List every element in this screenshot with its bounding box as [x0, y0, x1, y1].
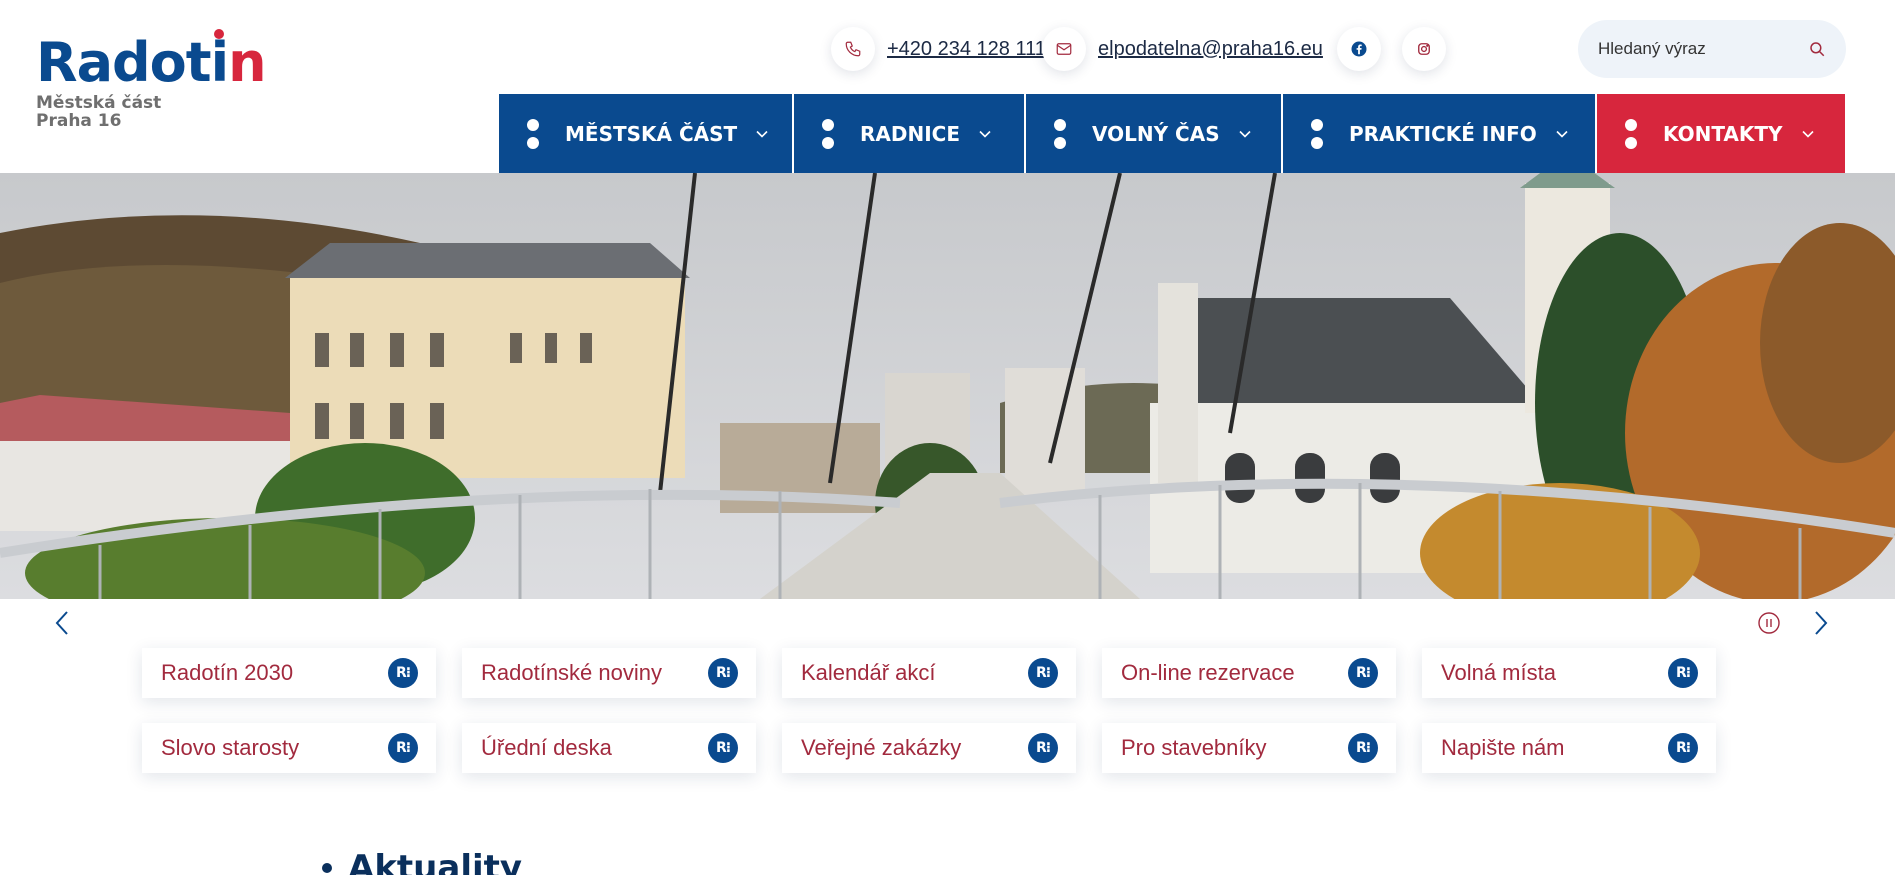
- quick-link-verejne-zakazky[interactable]: Veřejné zakázky R⁝: [782, 723, 1076, 773]
- pause-icon[interactable]: [1754, 608, 1784, 638]
- radotin-badge-icon: R⁝: [708, 658, 738, 688]
- chevron-down-icon: [979, 130, 991, 138]
- logo-subtitle-line2: Praha 16: [36, 111, 122, 131]
- radotin-badge-icon: R⁝: [1028, 733, 1058, 763]
- chevron-down-icon: [1556, 130, 1568, 138]
- radotin-badge-icon: R⁝: [388, 733, 418, 763]
- nav-item-radnice[interactable]: RADNICE: [794, 94, 1024, 173]
- radotin-badge-icon: R⁝: [708, 733, 738, 763]
- chevron-right-icon[interactable]: [1806, 608, 1836, 638]
- nav-item-kontakty[interactable]: KONTAKTY: [1597, 94, 1845, 173]
- logo-wordmark: Radotin: [36, 31, 267, 94]
- quick-link-label: Slovo starosty: [161, 735, 300, 760]
- phone-link[interactable]: +420 234 128 111: [887, 38, 1046, 61]
- chevron-down-icon: [756, 130, 768, 138]
- quick-link-pro-stavebniky[interactable]: Pro stavebníky R⁝: [1102, 723, 1396, 773]
- heading-dot-icon: [322, 863, 332, 873]
- quick-link-label: On-line rezervace: [1121, 660, 1295, 685]
- hero-image: [0, 173, 1895, 599]
- instagram-icon[interactable]: [1402, 27, 1446, 71]
- nav-dots-icon: [1054, 118, 1066, 149]
- nav-item-label: MĚSTSKÁ ČÁST: [565, 121, 738, 146]
- quick-link-label: Radotín 2030: [161, 660, 294, 685]
- facebook-icon[interactable]: [1337, 27, 1381, 71]
- section-heading-aktuality: Aktuality: [322, 848, 522, 875]
- nav-item-mestska-cast[interactable]: MĚSTSKÁ ČÁST: [499, 94, 792, 173]
- quick-links: Radotín 2030 R⁝ Radotínské noviny R⁝ Kalen…: [142, 648, 1742, 798]
- search-input[interactable]: [1598, 39, 1808, 59]
- quick-link-radotin-2030[interactable]: Radotín 2030 R⁝: [142, 648, 436, 698]
- radotin-badge-icon: R⁝: [1668, 658, 1698, 688]
- quick-link-volna-mista[interactable]: Volná místa R⁝: [1422, 648, 1716, 698]
- logo-subtitle: Městská část Praha 16: [36, 94, 161, 130]
- nav-item-label: VOLNÝ ČAS: [1092, 121, 1220, 146]
- radotin-badge-icon: R⁝: [388, 658, 418, 688]
- radotin-badge-icon: R⁝: [1668, 733, 1698, 763]
- nav-item-label: RADNICE: [860, 121, 960, 146]
- facebook-link[interactable]: [1337, 27, 1381, 71]
- quick-link-uredni-deska[interactable]: Úřední deska R⁝: [462, 723, 756, 773]
- search-icon[interactable]: [1808, 40, 1826, 58]
- nav-item-label: PRAKTICKÉ INFO: [1349, 121, 1537, 146]
- nav-item-volny-cas[interactable]: VOLNÝ ČAS: [1026, 94, 1281, 173]
- mail-icon: [1042, 27, 1086, 71]
- phone-contact[interactable]: +420 234 128 111: [831, 27, 1046, 71]
- logo-subtitle-line1: Městská část: [36, 93, 162, 113]
- phone-icon: [831, 27, 875, 71]
- quick-link-label: Radotínské noviny: [481, 660, 662, 685]
- quick-link-label: Pro stavebníky: [1121, 735, 1267, 760]
- quick-link-slovo-starosty[interactable]: Slovo starosty R⁝: [142, 723, 436, 773]
- nav-dots-icon: [1625, 118, 1637, 149]
- nav-item-prakticke-info[interactable]: PRAKTICKÉ INFO: [1283, 94, 1595, 173]
- chevron-down-icon: [1239, 130, 1251, 138]
- quick-link-label: Kalendář akcí: [801, 660, 936, 685]
- radotin-badge-icon: R⁝: [1348, 658, 1378, 688]
- quick-link-kalendar-akci[interactable]: Kalendář akcí R⁝: [782, 648, 1076, 698]
- instagram-link[interactable]: [1402, 27, 1446, 71]
- radotin-badge-icon: R⁝: [1348, 733, 1378, 763]
- chevron-down-icon: [1801, 130, 1814, 138]
- quick-link-label: Úřední deska: [481, 735, 612, 760]
- nav-dots-icon: [1311, 118, 1323, 149]
- radotin-badge-icon: R⁝: [1028, 658, 1058, 688]
- quick-link-label: Volná místa: [1441, 660, 1556, 685]
- nav-item-label: KONTAKTY: [1663, 121, 1783, 146]
- quick-link-online-rezervace[interactable]: On-line rezervace R⁝: [1102, 648, 1396, 698]
- quick-link-radotinske-noviny[interactable]: Radotínské noviny R⁝: [462, 648, 756, 698]
- section-title: Aktuality: [348, 848, 523, 875]
- quick-link-napiste-nam[interactable]: Napište nám R⁝: [1422, 723, 1716, 773]
- nav-dots-icon: [527, 118, 539, 149]
- site-logo[interactable]: Radotin Městská část Praha 16: [36, 26, 276, 136]
- nav-dots-icon: [822, 118, 834, 149]
- main-nav: MĚSTSKÁ ČÁST RADNICE VOLNÝ ČAS PRAKTICKÉ…: [499, 94, 1845, 173]
- quick-links-row: Slovo starosty R⁝ Úřední deska R⁝ Veřejné …: [142, 723, 1742, 773]
- quick-links-row: Radotín 2030 R⁝ Radotínské noviny R⁝ Kalen…: [142, 648, 1742, 698]
- email-contact[interactable]: elpodatelna@praha16.eu: [1042, 27, 1323, 71]
- email-link[interactable]: elpodatelna@praha16.eu: [1098, 38, 1323, 61]
- chevron-left-icon[interactable]: [47, 608, 77, 638]
- quick-link-label: Napište nám: [1441, 735, 1565, 760]
- search-box[interactable]: [1578, 20, 1846, 78]
- quick-link-label: Veřejné zakázky: [801, 735, 962, 760]
